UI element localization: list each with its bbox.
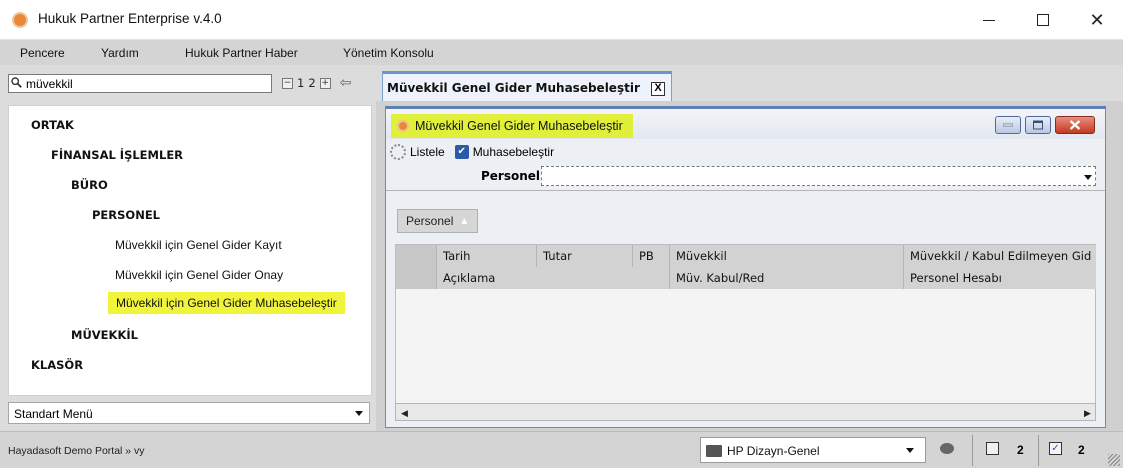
checkbox-icon[interactable]: ✔ bbox=[454, 145, 469, 159]
column-tutar[interactable]: Tutar bbox=[536, 245, 632, 267]
tree-item-gider-onay[interactable]: Müvekkil için Genel Gider Onay bbox=[115, 268, 283, 282]
divider bbox=[972, 435, 973, 466]
form-minimize-button[interactable] bbox=[995, 116, 1021, 134]
maximize-icon bbox=[1033, 120, 1043, 130]
minimize-button[interactable] bbox=[966, 6, 1012, 34]
menu-item-pencere[interactable]: Pencere bbox=[20, 46, 65, 60]
calendar-count: 2 bbox=[1017, 443, 1024, 457]
chevron-down-icon bbox=[355, 411, 363, 416]
form-toolbar: Listele ✔ Muhasebeleştir bbox=[390, 143, 554, 161]
search-icon bbox=[11, 77, 22, 88]
menu-select-value: Standart Menü bbox=[14, 407, 93, 421]
task-icon[interactable]: ✓ bbox=[1049, 442, 1062, 455]
form-title-bar: Müvekkil Genel Gider Muhasebeleştir bbox=[386, 109, 1105, 139]
tree-item-muvekkil[interactable]: MÜVEKKİL bbox=[71, 328, 138, 342]
resize-grip-icon[interactable] bbox=[1108, 454, 1120, 466]
menu-select[interactable]: Standart Menü bbox=[8, 402, 370, 424]
chat-icon[interactable] bbox=[940, 443, 954, 454]
tree-item-ortak[interactable]: ORTAK bbox=[31, 118, 74, 132]
column-muv-kabul-red[interactable]: Müv. Kabul/Red bbox=[669, 267, 903, 289]
menu-item-yardim[interactable]: Yardım bbox=[101, 46, 139, 60]
grid-header: Tarih Tutar PB Müvekkil Müvekkil / Kabul… bbox=[396, 245, 1096, 289]
maximize-button[interactable] bbox=[1020, 6, 1066, 34]
menu-item-yonetim[interactable]: Yönetim Konsolu bbox=[343, 46, 434, 60]
group-by-label: Personel bbox=[406, 214, 454, 228]
post-button[interactable]: Muhasebeleştir bbox=[473, 145, 554, 159]
task-count: 2 bbox=[1078, 443, 1085, 457]
column-personel-hesabi[interactable]: Personel Hesabı bbox=[903, 267, 1096, 289]
tree-item-buro[interactable]: BÜRO bbox=[71, 178, 108, 192]
filter-row: Personel bbox=[386, 166, 1105, 191]
minimize-icon bbox=[983, 19, 995, 21]
expand-all-button[interactable]: + bbox=[319, 77, 331, 89]
tab-close-button[interactable]: X bbox=[651, 82, 665, 96]
chevron-down-icon bbox=[906, 448, 914, 453]
tab-strip: Müvekkil Genel Gider Muhasebeleştir X bbox=[376, 65, 1123, 101]
group-by-chip[interactable]: Personel ▲ bbox=[397, 209, 479, 233]
chevron-down-icon bbox=[1084, 175, 1092, 180]
page-1[interactable]: 1 bbox=[297, 76, 304, 90]
row-header-column bbox=[396, 245, 436, 289]
form-title-text: Müvekkil Genel Gider Muhasebeleştir bbox=[415, 119, 623, 133]
personel-filter-select[interactable] bbox=[541, 166, 1096, 186]
form-maximize-button[interactable] bbox=[1025, 116, 1051, 134]
tree-item-finansal-islemler[interactable]: FİNANSAL İŞLEMLER bbox=[51, 148, 183, 162]
divider bbox=[386, 190, 1105, 192]
page-2[interactable]: 2 bbox=[308, 76, 315, 90]
folder-icon bbox=[706, 445, 722, 457]
form-close-button[interactable] bbox=[1055, 116, 1095, 134]
tree-item-gider-muhasebelestir[interactable]: Müvekkil için Genel Gider Muhasebeleştir bbox=[108, 292, 345, 314]
form-icon bbox=[397, 120, 409, 132]
pager: − 1 2 + ⇦ bbox=[282, 75, 351, 91]
scroll-right-icon[interactable]: ▶ bbox=[1084, 408, 1091, 419]
search-box[interactable] bbox=[8, 74, 272, 93]
design-select[interactable]: HP Dizayn-Genel bbox=[700, 437, 926, 463]
data-grid: Tarih Tutar PB Müvekkil Müvekkil / Kabul… bbox=[395, 244, 1096, 413]
menu-item-haber[interactable]: Hukuk Partner Haber bbox=[185, 46, 298, 60]
form-window: Müvekkil Genel Gider Muhasebeleştir List… bbox=[385, 106, 1106, 428]
form-title: Müvekkil Genel Gider Muhasebeleştir bbox=[391, 114, 633, 138]
status-bar: Hayadasoft Demo Portal » vy HP Dizayn-Ge… bbox=[0, 431, 1123, 468]
app-icon bbox=[12, 12, 28, 28]
collapse-panel-arrow-icon[interactable]: ⇦ bbox=[340, 75, 352, 91]
tree-item-klasor[interactable]: KLASÖR bbox=[31, 358, 83, 372]
search-input[interactable] bbox=[26, 76, 266, 91]
close-icon bbox=[1069, 120, 1081, 130]
column-muvekkil[interactable]: Müvekkil bbox=[669, 245, 903, 267]
navigation-tree: ORTAK FİNANSAL İŞLEMLER BÜRO PERSONEL Mü… bbox=[8, 105, 372, 396]
menu-bar: Pencere Yardım Hukuk Partner Haber Yönet… bbox=[0, 40, 1123, 65]
minimize-icon bbox=[1003, 123, 1013, 127]
window-title: Hukuk Partner Enterprise v.4.0 bbox=[38, 11, 222, 26]
list-button[interactable]: Listele bbox=[410, 145, 445, 159]
column-pb[interactable]: PB bbox=[632, 245, 669, 267]
status-breadcrumb: Hayadasoft Demo Portal » vy bbox=[8, 445, 145, 457]
calendar-icon[interactable] bbox=[986, 442, 999, 455]
refresh-icon bbox=[390, 144, 406, 160]
tab-muvekkil-genel-gider[interactable]: Müvekkil Genel Gider Muhasebeleştir X bbox=[382, 71, 672, 101]
column-aciklama[interactable]: Açıklama bbox=[436, 267, 669, 289]
collapse-all-button[interactable]: − bbox=[282, 77, 293, 89]
personel-filter-label: Personel bbox=[481, 169, 541, 183]
horizontal-scrollbar[interactable]: ◀ ▶ bbox=[395, 403, 1096, 421]
design-select-value: HP Dizayn-Genel bbox=[727, 444, 820, 458]
maximize-icon bbox=[1037, 14, 1049, 26]
divider bbox=[1038, 435, 1039, 466]
tab-label: Müvekkil Genel Gider Muhasebeleştir bbox=[387, 81, 640, 95]
left-panel: − 1 2 + ⇦ ORTAK FİNANSAL İŞLEMLER BÜRO P… bbox=[0, 65, 376, 431]
tree-item-gider-kayit[interactable]: Müvekkil için Genel Gider Kayıt bbox=[115, 238, 282, 252]
tree-item-personel[interactable]: PERSONEL bbox=[92, 208, 160, 222]
workspace: Müvekkil Genel Gider Muhasebeleştir List… bbox=[376, 101, 1123, 431]
close-button[interactable]: ✕ bbox=[1074, 6, 1120, 34]
title-bar: Hukuk Partner Enterprise v.4.0 ✕ bbox=[0, 0, 1123, 40]
column-kabul-edilmeyen[interactable]: Müvekkil / Kabul Edilmeyen Gid bbox=[903, 245, 1096, 267]
scroll-left-icon[interactable]: ◀ bbox=[401, 408, 408, 419]
close-icon: ✕ bbox=[1089, 9, 1105, 30]
sort-ascending-icon: ▲ bbox=[459, 215, 470, 227]
column-tarih[interactable]: Tarih bbox=[436, 245, 536, 267]
